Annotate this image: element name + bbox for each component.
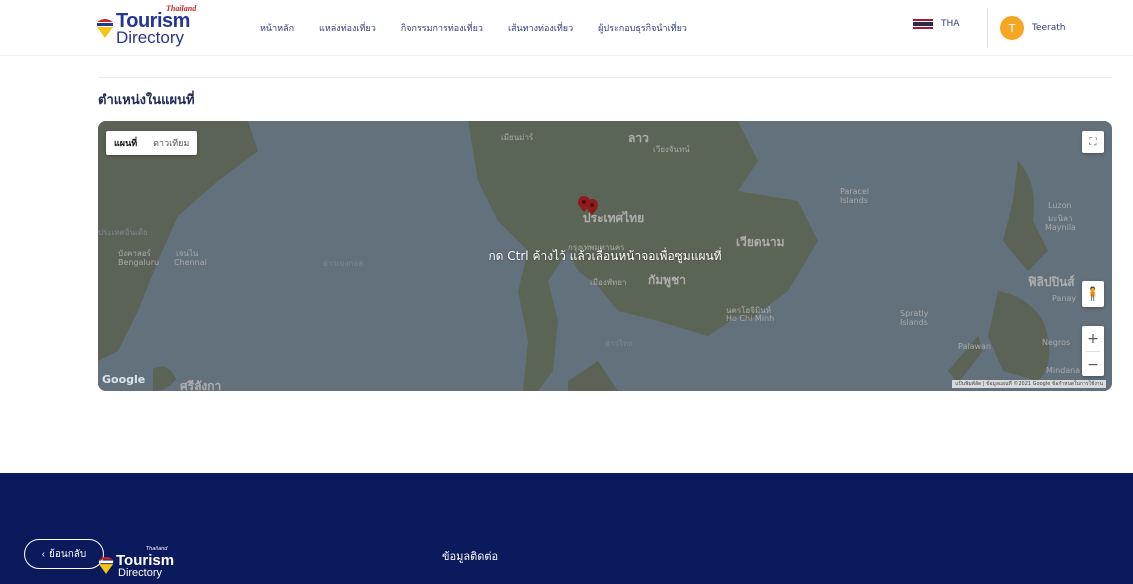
user-name: Teerath [1032,23,1066,33]
back-button-label: ย้อนกลับ [49,548,87,560]
user-menu[interactable]: T Teerath [1000,16,1066,40]
street-view-pegman-icon[interactable]: 🧍 [1082,281,1104,307]
nav-operators[interactable]: ผู้ประกอบธุรกิจนำเที่ยว [598,21,687,35]
zoom-out-button[interactable]: − [1082,352,1104,377]
nav-routes[interactable]: เส้นทางท่องเที่ยว [508,21,573,35]
nav-home[interactable]: หน้าหลัก [260,21,294,35]
nav-activities[interactable]: กิจกรรมการท่องเที่ยว [401,21,483,35]
zoom-in-button[interactable]: + [1082,326,1104,351]
language-label: THA [941,19,960,29]
map-type-satellite-button[interactable]: ดาวเทียม [145,131,197,155]
map-view[interactable]: เมียนม่าร์ ลาว เวียงจันทน์ ประเทศไทย กรุ… [98,121,1112,391]
map-type-map-button[interactable]: แผนที่ [106,131,145,155]
google-logo[interactable]: Google [102,373,145,386]
language-selector[interactable]: THA [913,19,960,30]
site-logo[interactable]: Thailand Tourism Directory [96,4,206,48]
footer-logo-directory: Directory [118,567,163,579]
logo-mark-icon [97,19,113,38]
nav-attractions[interactable]: แหล่งท่องเที่ยว [319,21,376,35]
fullscreen-button[interactable]: ⛶ [1082,131,1104,153]
footer-logo-mark-icon [98,557,114,574]
fullscreen-icon: ⛶ [1089,136,1097,148]
header-divider [987,8,988,48]
chevron-left-icon: ‹ [41,548,46,560]
main-nav: หน้าหลัก แหล่งท่องเที่ยว กิจกรรมการท่องเ… [260,0,712,56]
section-divider [98,77,1112,78]
map-zoom-hint: กด Ctrl ค้างไว้ แล้วเลื่อนหน้าจอเพื่อซูม… [488,249,722,263]
map-attribution[interactable]: แป้นพิมพ์ลัด | ข้อมูลแผนที่ ©2021 Google… [952,380,1106,388]
top-header: Thailand Tourism Directory หน้าหลัก แหล่… [0,0,1133,56]
page-title: ตำแหน่งในแผนที่ [98,93,195,108]
zoom-control: + − [1082,326,1104,376]
map-type-control: แผนที่ ดาวเทียม [106,131,198,155]
thai-flag-icon [913,19,933,30]
contact-title: ข้อมูลติดต่อ [442,550,499,563]
logo-directory-text: Directory [116,28,185,47]
avatar: T [1000,16,1024,40]
back-button[interactable]: ‹ ย้อนกลับ [24,539,104,569]
